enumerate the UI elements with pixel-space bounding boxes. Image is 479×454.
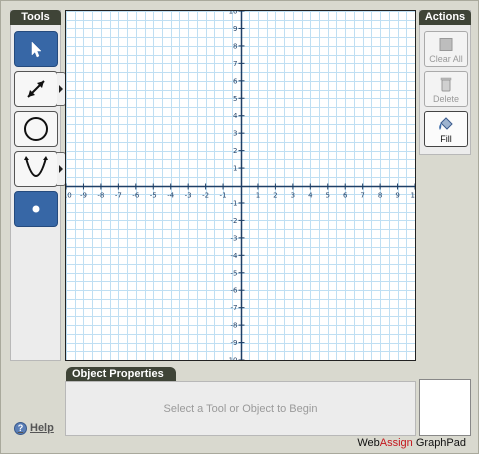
help-link[interactable]: ? Help — [14, 420, 54, 436]
actions-panel: Actions Clear All Delete Fill — [419, 10, 471, 155]
actions-header: Actions — [419, 10, 471, 25]
y-tick-label: 1 — [233, 165, 237, 173]
x-tick-label: 1 — [256, 192, 260, 200]
y-tick-label: 4 — [233, 112, 238, 120]
arrow-pointer-icon — [31, 41, 42, 58]
y-tick-label: -9 — [231, 339, 238, 347]
parabola-icon — [24, 156, 48, 177]
brand-web: Web — [357, 437, 380, 449]
y-tick-label: -7 — [231, 304, 238, 312]
properties-hint: Select a Tool or Object to Begin — [163, 402, 318, 415]
x-tick-label: 7 — [360, 192, 364, 200]
clear-all-label: Clear All — [429, 54, 463, 64]
delete-button[interactable]: Delete — [424, 71, 468, 107]
paint-bucket-icon — [439, 117, 453, 130]
help-icon: ? — [14, 421, 27, 435]
y-tick-label: 10 — [229, 11, 238, 16]
y-tick-label: -1 — [231, 199, 238, 207]
object-properties-panel: Select a Tool or Object to Begin — [65, 381, 416, 436]
y-tick-label: -10 — [226, 357, 237, 361]
webassign-graphpad-brand: WebAssign GraphPad — [357, 437, 466, 449]
y-tick-label: 8 — [233, 42, 237, 50]
double-arrow-line-icon — [27, 80, 45, 98]
x-tick-label: -4 — [167, 192, 175, 200]
y-tick-label: 7 — [233, 60, 237, 68]
point-tool-button[interactable] — [14, 191, 58, 227]
y-tick-label: 2 — [233, 147, 237, 155]
brand-assign: Assign — [379, 437, 413, 449]
x-tick-label: 9 — [395, 192, 399, 200]
clear-all-button[interactable]: Clear All — [424, 31, 468, 67]
y-tick-label: -3 — [231, 234, 238, 242]
circle-icon — [24, 117, 48, 141]
graph-canvas[interactable]: -10 -9 -8 -7 -6 -5 -4 -3 -2 -1 1 2 3 4 5 6 7 8 9 10 10 9 8 7 6 5 4… — [60, 8, 419, 365]
x-tick-label: 5 — [326, 192, 330, 200]
y-tick-label: 5 — [233, 95, 237, 103]
tools-panel: Tools — [10, 10, 66, 361]
x-tick-label: -1 — [220, 192, 227, 200]
object-properties-tab: Object Properties — [66, 367, 176, 382]
y-tick-label: -8 — [231, 322, 238, 330]
brand-graphpad: GraphPad — [412, 437, 466, 449]
x-tick-label: -2 — [202, 192, 209, 200]
y-tick-label: 9 — [233, 25, 237, 33]
select-tool-button[interactable] — [14, 31, 58, 67]
x-tick-label: 3 — [291, 192, 295, 200]
x-tick-label: 2 — [273, 192, 277, 200]
x-tick-label: -6 — [132, 192, 140, 200]
tools-header: Tools — [10, 10, 61, 25]
y-tick-label: 6 — [233, 77, 238, 85]
x-tick-label: -5 — [150, 192, 157, 200]
point-icon — [32, 205, 40, 213]
delete-label: Delete — [432, 94, 459, 104]
object-preview-box — [419, 379, 471, 436]
circle-tool-button[interactable] — [14, 111, 58, 147]
trash-icon — [440, 77, 452, 92]
help-label: Help — [30, 422, 54, 434]
x-tick-label: -3 — [185, 192, 192, 200]
y-tick-label: -2 — [231, 217, 238, 225]
x-tick-label: -8 — [97, 192, 104, 200]
x-tick-label: -7 — [115, 192, 122, 200]
x-tick-label: 6 — [343, 192, 348, 200]
parabola-tool-button[interactable] — [14, 151, 66, 187]
y-tick-label: -6 — [231, 287, 239, 295]
coordinate-grid[interactable]: -10 -9 -8 -7 -6 -5 -4 -3 -2 -1 1 2 3 4 5 6 7 8 9 10 10 9 8 7 6 5 4… — [60, 8, 419, 365]
line-tool-button[interactable] — [14, 71, 66, 107]
graphpad-app: Tools 0 -9 -8 -7 -6 -5 -4 -3 -2 -1 1 2 3… — [0, 0, 479, 454]
fill-button[interactable]: Fill — [424, 111, 468, 147]
x-tick-label: -9 — [80, 192, 87, 200]
x-tick-label: 10 — [411, 192, 415, 200]
x-tick-label: 8 — [378, 192, 382, 200]
y-tick-label: -5 — [231, 269, 238, 277]
y-tick-label: -4 — [231, 252, 239, 260]
y-tick-label: 3 — [233, 130, 237, 138]
clear-all-icon — [439, 38, 453, 51]
x-tick-label: 4 — [308, 192, 313, 200]
x-tick-label: -10 — [66, 192, 72, 200]
fill-label: Fill — [440, 134, 452, 144]
